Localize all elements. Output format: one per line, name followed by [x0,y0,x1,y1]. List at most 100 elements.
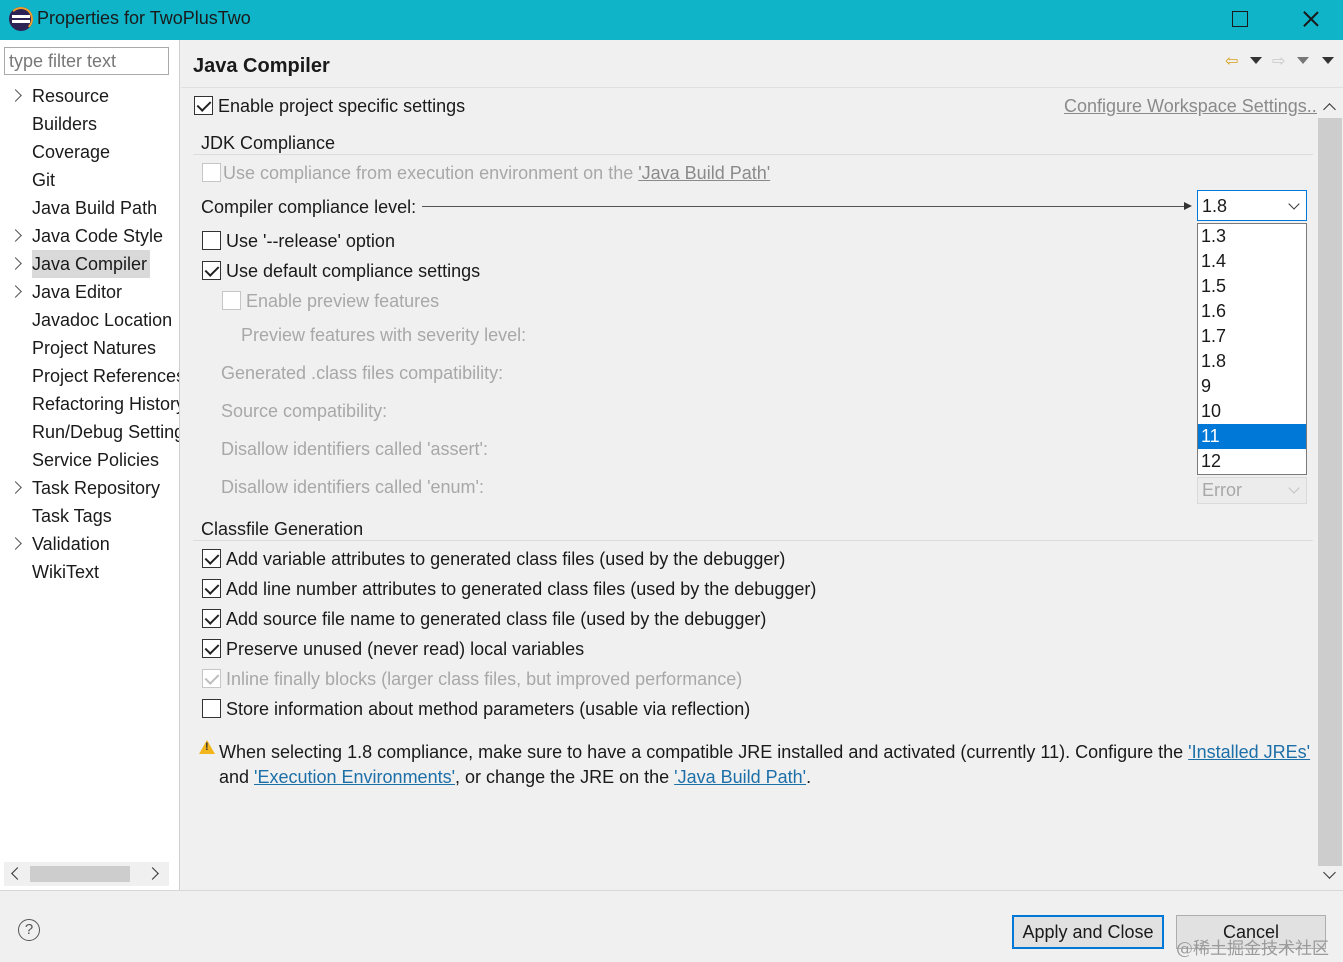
nav-item[interactable]: Java Code Style [0,222,179,250]
nav-item[interactable]: Project References [0,362,179,390]
chevron-right-icon[interactable] [9,481,22,494]
classfile-option-checkbox[interactable] [202,699,221,718]
compliance-option[interactable]: 1.6 [1198,299,1306,324]
watermark: @稀土掘金技术社区 [1176,939,1329,959]
classfile-option-checkbox[interactable] [202,579,221,598]
java-build-path-link[interactable]: 'Java Build Path' [674,767,806,787]
chevron-right-icon[interactable] [9,285,22,298]
compliance-level-value: 1.8 [1202,196,1228,216]
classfile-generation-group [193,540,1313,541]
classfile-option-checkbox[interactable] [202,609,221,628]
classfile-option-label: Inline finally blocks (larger class file… [226,669,743,689]
nav-item[interactable]: Run/Debug Settings [0,418,179,446]
scroll-thumb[interactable] [1318,118,1342,866]
nav-item[interactable]: Java Editor [0,278,179,306]
nav-item-label: Coverage [32,142,111,162]
filter-input[interactable] [4,47,169,75]
nav-item[interactable]: Coverage [0,138,179,166]
scroll-down-icon[interactable] [1323,866,1336,879]
compliance-option[interactable]: 1.4 [1198,249,1306,274]
classfile-generation-group-label: Classfile Generation [197,519,370,540]
view-menu-icon[interactable] [1322,57,1334,64]
close-button[interactable] [1288,0,1334,40]
nav-item[interactable]: Project Natures [0,334,179,362]
compliance-option[interactable]: 1.8 [1198,349,1306,374]
scroll-thumb[interactable] [30,866,130,882]
disallow-enum-label: Disallow identifiers called 'enum': [221,477,484,497]
nav-item[interactable]: Resource [0,82,179,110]
forward-arrow-icon: ⇨ [1272,53,1286,70]
nav-item-label: Task Tags [32,506,112,526]
compliance-option[interactable]: 10 [1198,399,1306,424]
installed-jres-link[interactable]: 'Installed JREs' [1188,742,1310,762]
java-compiler-page: Java Compiler ⇦ ⇨ Enable project specifi… [181,40,1343,890]
compliance-option[interactable]: 1.7 [1198,324,1306,349]
nav-item-label: Java Build Path [32,198,158,218]
nav-item[interactable]: Java Build Path [0,194,179,222]
use-env-compliance-checkbox [202,163,221,182]
warning-text-mid: , or change the JRE on the [455,767,675,787]
compliance-option[interactable]: 1.5 [1198,274,1306,299]
nav-item-label: Refactoring History [32,394,179,414]
source-compat-label: Source compatibility: [221,401,388,421]
nav-item-label: WikiText [32,562,99,582]
nav-item[interactable]: Service Policies [0,446,179,474]
nav-item[interactable]: Validation [0,530,179,558]
classfile-option-checkbox[interactable] [202,639,221,658]
scroll-up-icon[interactable] [1323,103,1336,116]
eclipse-app-icon [9,7,33,31]
chevron-right-icon[interactable] [9,89,22,102]
compliance-option[interactable]: 12 [1198,449,1306,474]
maximize-button[interactable] [1216,0,1262,40]
scroll-right-icon[interactable] [146,867,159,880]
annotation-arrow-head [1184,202,1192,210]
nav-item-label: Builders [32,114,98,134]
annotation-arrow-line [422,206,1188,207]
properties-nav-pane: Resource Builders Coverage Git Java Build Pa… [0,40,180,890]
enable-project-specific-label: Enable project specific settings [218,96,466,116]
enable-preview-label: Enable preview features [246,291,440,311]
chevron-right-icon[interactable] [9,257,22,270]
use-release-checkbox[interactable] [202,231,221,250]
classfile-option-label: Preserve unused (never read) local varia… [226,639,585,659]
compliance-option[interactable]: 9 [1198,374,1306,399]
apply-and-close-button[interactable]: Apply and Close [1012,915,1164,949]
use-default-compliance-label: Use default compliance settings [226,261,481,281]
nav-item[interactable]: Java Compiler [0,250,179,278]
use-default-compliance-checkbox[interactable] [202,261,221,280]
compliance-level-select[interactable]: 1.8 [1197,190,1307,221]
nav-item[interactable]: Builders [0,110,179,138]
execution-environments-link[interactable]: 'Execution Environments' [254,767,455,787]
compliance-option[interactable]: 11 [1198,424,1306,449]
nav-item-label: Java Code Style [32,226,164,246]
warning-line-1: When selecting 1.8 compliance, make sure… [219,742,1310,763]
scroll-left-icon[interactable] [11,867,24,880]
back-menu-chevron-icon[interactable] [1250,57,1262,64]
nav-item[interactable]: Javadoc Location [0,306,179,334]
enable-project-specific-checkbox[interactable] [194,96,213,115]
configure-workspace-link[interactable]: Configure Workspace Settings... [1064,96,1322,117]
disallow-assert-label: Disallow identifiers called 'assert': [221,439,488,459]
chevron-right-icon[interactable] [9,537,22,550]
nav-item[interactable]: WikiText [0,558,179,586]
chevron-down-icon [1288,482,1300,494]
page-vertical-scrollbar[interactable] [1317,94,1343,890]
classfile-option-checkbox[interactable] [202,549,221,568]
back-arrow-icon[interactable]: ⇦ [1225,51,1238,71]
compliance-option[interactable]: 1.3 [1198,224,1306,249]
nav-item-label: Java Editor [32,282,123,302]
use-env-compliance-label: Use compliance from execution environmen… [223,163,770,184]
nav-item-label: Java Compiler [32,250,151,278]
help-icon[interactable]: ? [18,919,40,941]
compliance-level-label: Compiler compliance level: [201,197,417,217]
nav-item[interactable]: Git [0,166,179,194]
nav-item-label: Javadoc Location [32,310,173,330]
classfile-option-label: Add line number attributes to generated … [226,579,817,599]
nav-item[interactable]: Refactoring History [0,390,179,418]
classfile-option-checkbox [202,669,221,688]
nav-item[interactable]: Task Tags [0,502,179,530]
chevron-right-icon[interactable] [9,229,22,242]
nav-item[interactable]: Task Repository [0,474,179,502]
nav-horizontal-scrollbar[interactable] [4,862,169,886]
use-env-compliance-text: Use compliance from execution environmen… [223,163,639,183]
